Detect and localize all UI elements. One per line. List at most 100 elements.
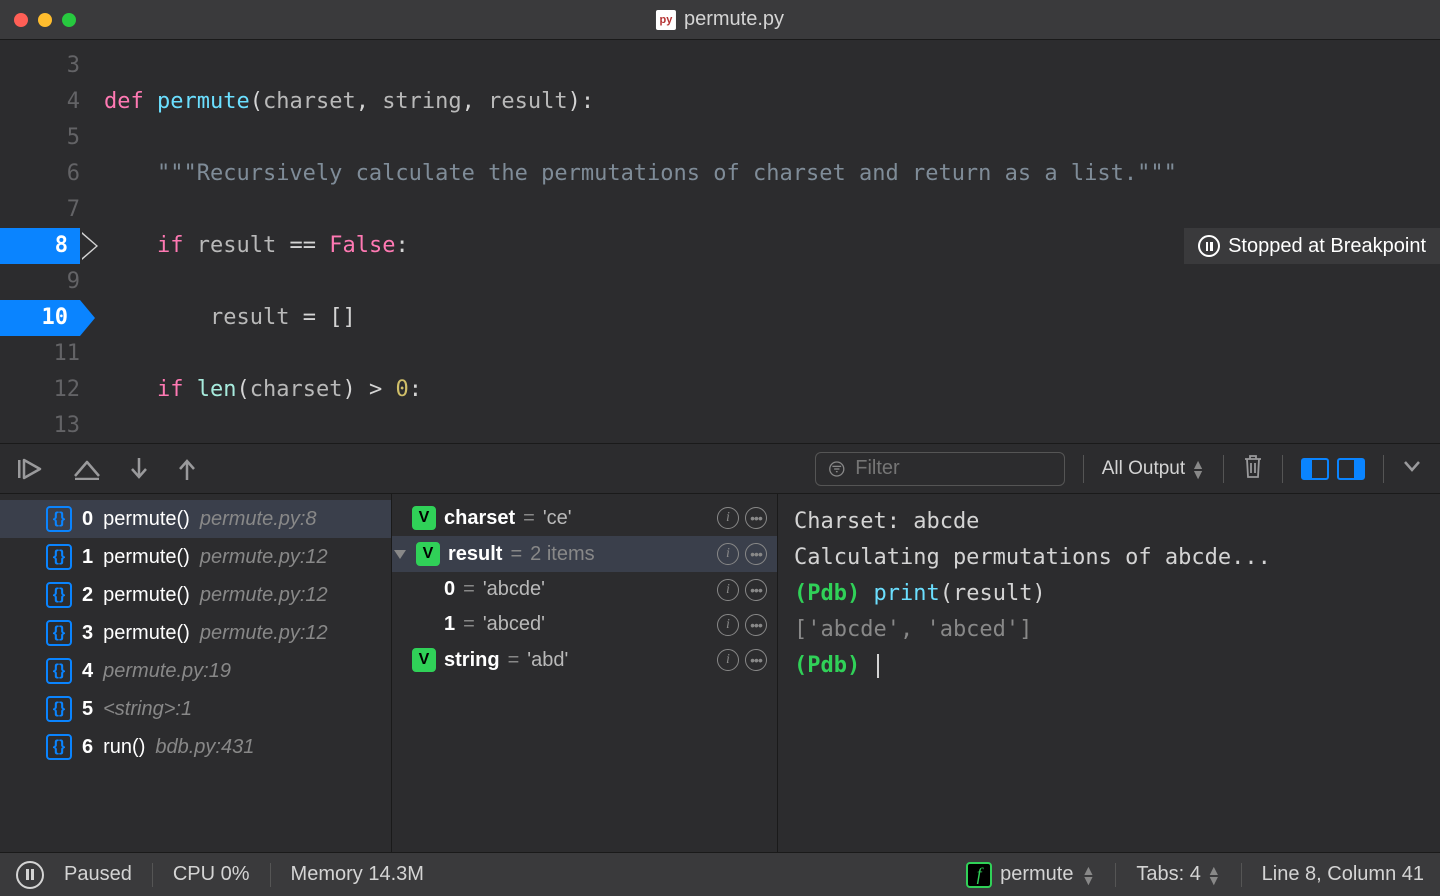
variable-row[interactable]: 1 = 'abced' i ••• bbox=[392, 607, 777, 642]
continue-button[interactable] bbox=[18, 458, 46, 480]
show-right-pane-button[interactable] bbox=[1337, 458, 1365, 480]
frame-function: permute() bbox=[103, 508, 190, 531]
zoom-window-button[interactable] bbox=[62, 13, 76, 27]
console-input-line[interactable]: (Pdb) bbox=[794, 648, 1424, 684]
stack-frame[interactable]: {} 2 permute() permute.py:12 bbox=[0, 576, 391, 614]
stack-frame[interactable]: {} 1 permute() permute.py:12 bbox=[0, 538, 391, 576]
more-options-button[interactable] bbox=[1402, 459, 1422, 478]
frame-icon: {} bbox=[46, 658, 72, 684]
pdb-prompt: (Pdb) bbox=[794, 653, 873, 678]
pdb-prompt: (Pdb) bbox=[794, 581, 873, 606]
console-command-args: (result) bbox=[940, 581, 1046, 606]
more-icon[interactable]: ••• bbox=[745, 579, 767, 601]
variable-summary: 2 items bbox=[530, 543, 594, 566]
breakpoint-marker[interactable]: 10 bbox=[0, 300, 80, 336]
pause-icon bbox=[1198, 235, 1220, 257]
frame-location: permute.py:12 bbox=[200, 546, 328, 569]
cursor bbox=[877, 654, 879, 678]
minimize-window-button[interactable] bbox=[38, 13, 52, 27]
variable-row[interactable]: V charset = 'ce' i ••• bbox=[392, 500, 777, 536]
step-over-button[interactable] bbox=[72, 458, 102, 480]
info-icon[interactable]: i bbox=[717, 579, 739, 601]
console-output-line: ['abcde', 'abced'] bbox=[794, 612, 1424, 648]
cpu-status: CPU 0% bbox=[173, 863, 250, 886]
paused-label: Paused bbox=[64, 863, 132, 886]
variable-row[interactable]: V result = 2 items i ••• bbox=[392, 536, 777, 572]
filter-icon bbox=[828, 459, 846, 479]
console-input-line: (Pdb) print(result) bbox=[794, 576, 1424, 612]
variable-row[interactable]: 0 = 'abcde' i ••• bbox=[392, 572, 777, 607]
breakpoint-marker-current[interactable]: 8 bbox=[0, 228, 80, 264]
variable-value: 'ce' bbox=[543, 507, 572, 530]
info-icon[interactable]: i bbox=[717, 649, 739, 671]
pane-layout-controls bbox=[1301, 458, 1365, 480]
debug-area: All Output ▲▼ bbox=[0, 443, 1440, 852]
line-number: 3 bbox=[0, 48, 80, 84]
more-icon[interactable]: ••• bbox=[745, 614, 767, 636]
variables-pane[interactable]: V charset = 'ce' i ••• V result = 2 item… bbox=[392, 494, 778, 852]
stack-frame[interactable]: {} 0 permute() permute.py:8 bbox=[0, 500, 391, 538]
cursor-position: Line 8, Column 41 bbox=[1262, 863, 1424, 886]
code-editor[interactable]: 3 4 5 6 7 8 9 10 11 12 13 def permute(ch… bbox=[0, 40, 1440, 443]
line-number: 9 bbox=[0, 264, 80, 300]
disclosure-triangle-icon[interactable] bbox=[394, 550, 406, 559]
output-filter-selector[interactable]: All Output ▲▼ bbox=[1102, 458, 1205, 480]
more-icon[interactable]: ••• bbox=[745, 507, 767, 529]
function-icon: f bbox=[966, 862, 992, 888]
line-number: 12 bbox=[0, 372, 80, 408]
console-output-line: Charset: abcde bbox=[794, 504, 1424, 540]
close-window-button[interactable] bbox=[14, 13, 28, 27]
step-into-button[interactable] bbox=[128, 456, 150, 482]
frame-icon: {} bbox=[46, 696, 72, 722]
debug-panes: {} 0 permute() permute.py:8 {} 1 permute… bbox=[0, 494, 1440, 852]
line-number: 5 bbox=[0, 120, 80, 156]
frame-icon: {} bbox=[46, 620, 72, 646]
stack-frame[interactable]: {} 6 run() bdb.py:431 bbox=[0, 728, 391, 766]
stack-frame[interactable]: {} 5 <string>:1 bbox=[0, 690, 391, 728]
divider bbox=[1223, 455, 1224, 483]
equals: = bbox=[463, 613, 475, 636]
variable-value: 'abcde' bbox=[483, 578, 545, 601]
console-output-line: Calculating permutations of abcde... bbox=[794, 540, 1424, 576]
variable-icon: V bbox=[412, 506, 436, 530]
frame-icon: {} bbox=[46, 506, 72, 532]
clear-console-button[interactable] bbox=[1242, 453, 1264, 484]
variable-name: 0 bbox=[444, 578, 455, 601]
traffic-lights bbox=[0, 13, 76, 27]
filter-input-container[interactable] bbox=[815, 452, 1065, 486]
python-file-icon: py bbox=[656, 10, 676, 30]
variable-row[interactable]: V string = 'abd' i ••• bbox=[392, 642, 777, 678]
variable-name: 1 bbox=[444, 613, 455, 636]
gutter[interactable]: 3 4 5 6 7 8 9 10 11 12 13 bbox=[0, 40, 92, 443]
frame-location: permute.py:19 bbox=[103, 660, 231, 683]
more-icon[interactable]: ••• bbox=[745, 543, 767, 565]
stack-frame[interactable]: {} 3 permute() permute.py:12 bbox=[0, 614, 391, 652]
titlebar: py permute.py bbox=[0, 0, 1440, 40]
console-pane[interactable]: Charset: abcde Calculating permutations … bbox=[778, 494, 1440, 852]
status-bar: Paused CPU 0% Memory 14.3M f permute ▲▼ … bbox=[0, 852, 1440, 896]
equals: = bbox=[508, 649, 520, 672]
tabs-setting[interactable]: Tabs: 4 ▲▼ bbox=[1136, 863, 1220, 886]
info-icon[interactable]: i bbox=[717, 614, 739, 636]
title-text: permute.py bbox=[684, 8, 784, 31]
window-title: py permute.py bbox=[656, 8, 784, 31]
line-number: 7 bbox=[0, 192, 80, 228]
more-icon[interactable]: ••• bbox=[745, 649, 767, 671]
pause-status-icon bbox=[16, 861, 44, 889]
divider bbox=[270, 863, 271, 887]
frame-location: <string>:1 bbox=[103, 698, 192, 721]
info-icon[interactable]: i bbox=[717, 507, 739, 529]
show-left-pane-button[interactable] bbox=[1301, 458, 1329, 480]
frame-index: 3 bbox=[82, 622, 93, 645]
variable-name: string bbox=[444, 649, 500, 672]
frame-function: permute() bbox=[103, 622, 190, 645]
call-stack-pane[interactable]: {} 0 permute() permute.py:8 {} 1 permute… bbox=[0, 494, 392, 852]
info-icon[interactable]: i bbox=[717, 543, 739, 565]
frame-index: 0 bbox=[82, 508, 93, 531]
stack-frame[interactable]: {} 4 permute.py:19 bbox=[0, 652, 391, 690]
variable-icon: V bbox=[412, 648, 436, 672]
filter-input[interactable] bbox=[855, 457, 1051, 480]
function-context[interactable]: f permute ▲▼ bbox=[966, 862, 1095, 888]
divider bbox=[1083, 455, 1084, 483]
step-out-button[interactable] bbox=[176, 456, 198, 482]
